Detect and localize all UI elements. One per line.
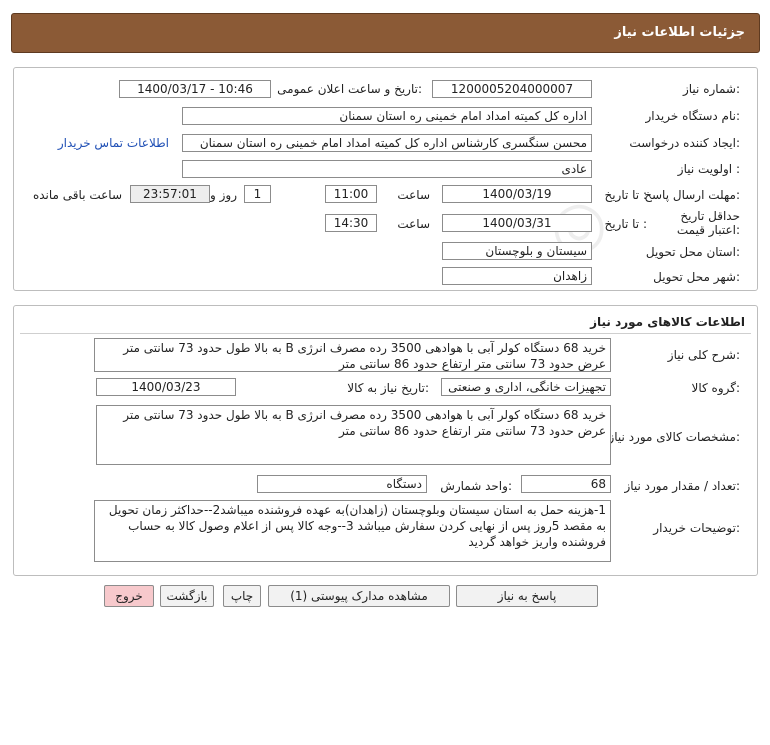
validity-time-label: ساعت	[397, 217, 430, 231]
priority-field: عادی	[182, 160, 592, 178]
deadline-until-label: تا تاریخ :	[604, 188, 647, 202]
back-button[interactable]: بازگشت	[160, 585, 214, 607]
goods-section-title: اطلاعات کالاهای مورد نیاز	[590, 315, 745, 329]
remaining-time-field: 23:57:01	[130, 185, 210, 203]
summary-label: شرح کلی نیاز:	[667, 348, 740, 362]
announce-label: تاریخ و ساعت اعلان عمومی:	[277, 82, 422, 96]
goods-info-panel: اطلاعات کالاهای مورد نیاز شرح کلی نیاز: …	[13, 305, 758, 576]
days-label: روز و	[210, 188, 237, 202]
need-date-field: 1400/03/23	[96, 378, 236, 396]
creator-label: ایجاد کننده درخواست:	[629, 136, 740, 150]
section-divider	[20, 333, 751, 334]
group-label: گروه کالا:	[691, 381, 741, 395]
group-field: تجهیزات خانگی، اداری و صنعتی	[441, 378, 611, 396]
validity-date-field: 1400/03/31	[442, 214, 592, 232]
notes-label: توضیحات خریدار:	[653, 521, 740, 535]
spec-label: مشخصات کالای مورد نیاز:	[608, 430, 740, 444]
need-number-field: 1200005204000007	[432, 80, 592, 98]
priority-label: اولویت نیاز :	[677, 162, 740, 176]
attachments-button[interactable]: مشاهده مدارک پیوستی (1)	[268, 585, 450, 607]
creator-field: محسن سنگسری کارشناس اداره کل کمیته امداد…	[182, 134, 592, 152]
province-field: سیستان و بلوچستان	[442, 242, 592, 260]
remaining-label: ساعت باقی مانده	[32, 188, 122, 202]
deadline-time-label: ساعت	[397, 188, 430, 202]
notes-field: 1-هزینه حمل به استان سیستان وبلوچستان (ز…	[94, 500, 611, 562]
qty-field: 68	[521, 475, 611, 493]
spec-field: خرید 68 دستگاه کولر آبی با هوادهی 3500 ر…	[96, 405, 611, 465]
reply-button[interactable]: پاسخ به نیاز	[456, 585, 598, 607]
need-number-label: شماره نیاز:	[682, 82, 740, 96]
qty-label: تعداد / مقدار مورد نیاز:	[624, 479, 740, 493]
deadline-date-field: 1400/03/19	[442, 185, 592, 203]
print-button[interactable]: چاپ	[223, 585, 261, 607]
need-date-label: تاریخ نیاز به کالا:	[347, 381, 429, 395]
exit-button[interactable]: خروج	[104, 585, 154, 607]
page-title: جزئیات اطلاعات نیاز	[614, 25, 745, 40]
buyer-label: نام دستگاه خریدار:	[645, 109, 741, 123]
deadline-time-field: 11:00	[325, 185, 377, 203]
summary-field: خرید 68 دستگاه کولر آبی با هوادهی 3500 ر…	[94, 338, 611, 372]
province-label: استان محل تحویل:	[645, 245, 740, 259]
unit-label: واحد شمارش:	[440, 479, 512, 493]
days-field: 1	[244, 185, 271, 203]
buyer-field: اداره کل کمیته امداد امام خمینی ره استان…	[182, 107, 592, 125]
city-label: شهر محل تحویل:	[653, 270, 740, 284]
validity-time-field: 14:30	[325, 214, 377, 232]
unit-field: دستگاه	[257, 475, 427, 493]
page-header: جزئیات اطلاعات نیاز	[11, 13, 760, 53]
validity-label: حداقل تاریخ اعتبار قیمت:	[676, 209, 740, 237]
deadline-label: مهلت ارسال پاسخ:	[644, 188, 740, 202]
contact-buyer-link[interactable]: اطلاعات تماس خریدار	[58, 136, 169, 150]
announce-field: 1400/03/17 - 10:46	[119, 80, 271, 98]
city-field: زاهدان	[442, 267, 592, 285]
validity-until-label: تا تاریخ :	[604, 217, 647, 231]
need-info-panel: ◎ شماره نیاز: 1200005204000007 تاریخ و س…	[13, 67, 758, 291]
